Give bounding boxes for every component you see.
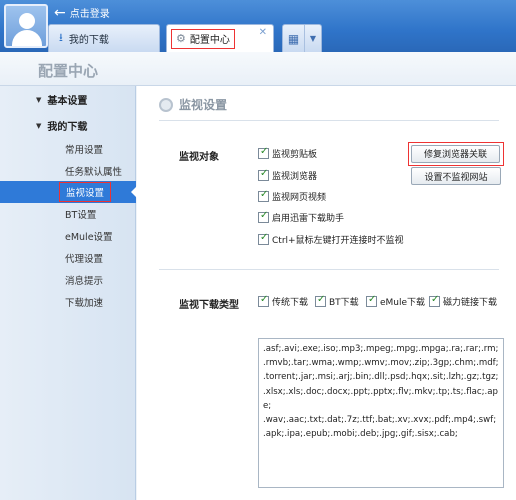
page-title-bar: 配置中心 [0,52,516,86]
expand-triangle-icon: ▼ [36,121,42,130]
divider [159,120,499,121]
checkbox[interactable] [315,294,326,307]
sidebar-item-notifications[interactable]: 消息提示 [0,269,136,291]
option-traditional-download[interactable]: 传统下载 [258,294,309,308]
sidebar-item-label: 消息提示 [65,276,104,287]
sidebar-section-basic[interactable]: ▼ 基本设置 [36,92,88,108]
sidebar-section-label: 基本设置 [47,96,88,107]
download-types-label: 监视下载类型 [179,300,239,311]
option-enable-download-helper[interactable]: 启用迅雷下载助手 [258,210,345,224]
option-magnet-download[interactable]: 磁力链接下载 [429,294,498,308]
checkbox[interactable] [258,189,269,202]
option-monitor-web-video[interactable]: 监视网页视频 [258,189,327,203]
sidebar-item-label: 下载加速 [65,298,104,309]
tab-config-center[interactable]: ⚙ 配置中心 ✕ [166,24,274,52]
option-label: Ctrl+鼠标左键打开连接时不监视 [272,236,404,246]
sidebar-item-common-settings[interactable]: 常用设置 [0,138,136,160]
tab-switcher[interactable]: ▦ ▼ [282,24,322,52]
avatar-head-shape [19,13,35,29]
back-arrow-icon: ← [54,4,66,21]
option-bt-download[interactable]: BT下载 [315,294,359,308]
option-label: 监视浏览器 [272,172,318,182]
checkbox[interactable] [258,232,269,245]
sidebar-item-label: 任务默认属性 [65,167,123,178]
option-label: 监视剪贴板 [272,150,318,160]
option-label: 磁力链接下载 [443,298,498,308]
login-text: 点击登录 [69,9,110,20]
tab-my-downloads-label: 我的下载 [68,35,109,46]
option-label: BT下载 [329,298,359,308]
repair-browser-association-button[interactable]: 修复浏览器关联 [411,144,500,163]
option-emule-download[interactable]: eMule下载 [366,294,426,308]
option-label: eMule下载 [380,298,426,308]
divider [159,269,499,270]
chevron-down-icon[interactable]: ▼ [305,34,321,43]
sidebar-item-label: 监视设置 [59,182,112,202]
option-label: 启用迅雷下载助手 [272,214,345,224]
sidebar-item-task-defaults[interactable]: 任务默认属性 [0,160,136,182]
checkbox[interactable] [258,210,269,223]
sidebar-item-download-acceleration[interactable]: 下载加速 [0,291,136,313]
close-tab-icon[interactable]: ✕ [259,27,267,38]
download-icon: ⭳ [59,31,63,44]
option-monitor-browser[interactable]: 监视浏览器 [258,168,318,182]
gear-icon: ⚙ [176,32,186,45]
tab-config-center-highlight: ⚙ 配置中心 [171,28,235,49]
extensions-textarea[interactable]: .asf;.avi;.exe;.iso;.mp3;.mpeg;.mpg;.mpg… [258,338,504,488]
grid-icon[interactable]: ▦ [283,25,305,52]
sidebar-item-label: eMule设置 [65,232,113,243]
checkbox[interactable] [258,168,269,181]
login-link[interactable]: ← 点击登录 [54,4,110,21]
sidebar-section-label: 我的下载 [47,122,88,133]
checkbox[interactable] [366,294,377,307]
set-unmonitored-sites-button[interactable]: 设置不监视网站 [411,167,501,185]
main-panel: 监视设置 监视对象 监视剪贴板 监视浏览器 监视网页视频 启用迅雷下载助手 Ct… [137,86,516,500]
sidebar-item-emule-settings[interactable]: eMule设置 [0,225,136,247]
section-heading: 监视设置 [159,96,227,113]
sidebar-item-monitor-settings[interactable]: 监视设置 [0,181,137,203]
avatar-body-shape [12,30,42,46]
option-label: 监视网页视频 [272,193,327,203]
sidebar: ▼ 基本设置 ▼ 我的下载 常用设置 任务默认属性 监视设置 BT设置 eMul… [0,86,137,500]
sidebar-item-bt-settings[interactable]: BT设置 [0,203,136,225]
sidebar-item-label: 代理设置 [65,254,104,265]
checkbox[interactable] [258,294,269,307]
option-ctrl-click-no-monitor[interactable]: Ctrl+鼠标左键打开连接时不监视 [258,232,404,246]
page-title: 配置中心 [38,62,99,80]
top-header: ← 点击登录 ⭳ 我的下载 ⚙ 配置中心 ✕ ▦ ▼ [0,0,516,52]
expand-triangle-icon: ▼ [36,95,42,104]
sidebar-item-proxy-settings[interactable]: 代理设置 [0,247,136,269]
sidebar-section-my-downloads[interactable]: ▼ 我的下载 [36,118,88,134]
section-heading-text: 监视设置 [179,98,228,112]
option-monitor-clipboard[interactable]: 监视剪贴板 [258,146,318,160]
checkbox[interactable] [429,294,440,307]
tab-config-center-label: 配置中心 [189,35,230,46]
user-avatar[interactable] [4,4,48,48]
monitor-objects-label: 监视对象 [179,152,219,163]
option-label: 传统下载 [272,298,309,308]
tab-my-downloads[interactable]: ⭳ 我的下载 [48,24,160,52]
sidebar-item-label: 常用设置 [65,145,104,156]
sidebar-item-label: BT设置 [65,210,97,221]
monitor-icon [159,97,173,112]
checkbox[interactable] [258,146,269,159]
highlight-box: 修复浏览器关联 [408,142,504,166]
